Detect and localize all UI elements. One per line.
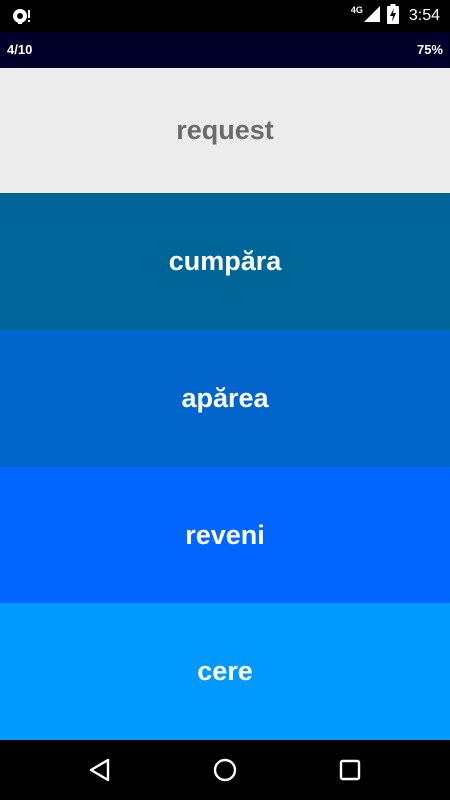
status-bar: 4G 3:54 xyxy=(0,0,450,32)
prompt-panel: request xyxy=(0,68,450,193)
answer-option-label: cere xyxy=(197,656,253,686)
recent-apps-icon[interactable] xyxy=(336,756,364,784)
screen: 4G 3:54 4/10 75% request cumpăra apărea … xyxy=(0,0,450,800)
answer-option-label: reveni xyxy=(185,519,265,550)
answer-options: cumpăra apărea reveni cere xyxy=(0,193,450,740)
answer-option-2[interactable]: apărea xyxy=(0,330,450,467)
answer-option-4[interactable]: cere xyxy=(0,603,450,740)
navigation-bar xyxy=(0,740,450,800)
answer-option-3[interactable]: reveni xyxy=(0,467,450,603)
clock: 3:54 xyxy=(408,7,440,24)
answer-option-1[interactable]: cumpăra xyxy=(0,193,450,330)
progress-header: 4/10 75% xyxy=(0,32,450,68)
score-percent: 75% xyxy=(416,42,443,57)
status-icons: 4G 3:54 xyxy=(351,0,440,32)
signal-icon xyxy=(363,5,381,28)
back-icon[interactable] xyxy=(86,756,114,784)
question-counter: 4/10 xyxy=(7,42,33,57)
answer-option-label: cumpăra xyxy=(168,246,282,276)
network-type-label: 4G xyxy=(350,5,363,15)
home-icon[interactable] xyxy=(211,756,239,784)
battery-charging-icon xyxy=(386,3,399,29)
notification-icon xyxy=(12,7,34,25)
prompt-word: request xyxy=(176,115,274,145)
answer-option-label: apărea xyxy=(181,383,269,413)
